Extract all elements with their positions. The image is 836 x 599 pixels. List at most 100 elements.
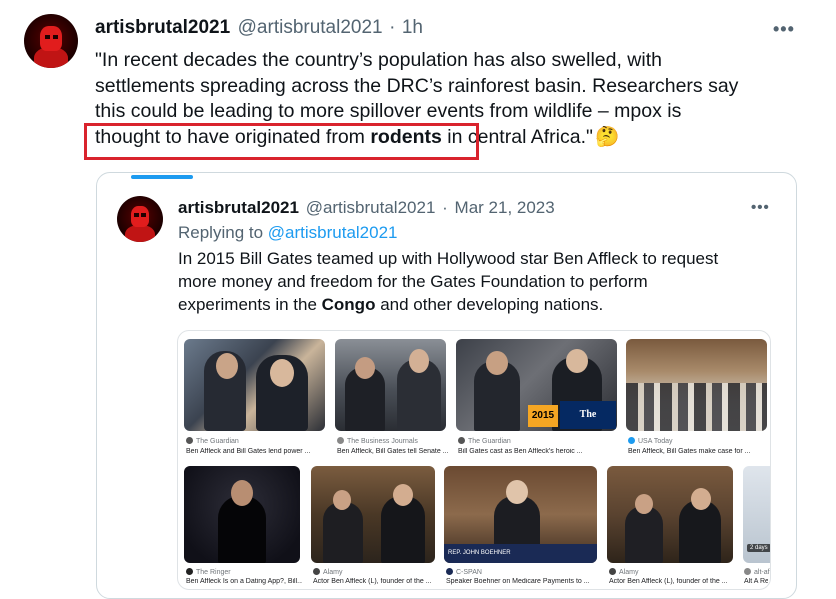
quoted-more-options-icon[interactable]: •••: [751, 199, 770, 216]
timestamp[interactable]: 1h: [402, 17, 423, 38]
result-caption-8[interactable]: Actor Ben Affleck (L), founder of the ..…: [609, 578, 733, 585]
source-favicon-icon: [628, 437, 635, 444]
source-favicon-icon: [337, 437, 344, 444]
tweet-header: artisbrutal2021 @artisbrutal2021 · 1h: [95, 17, 423, 39]
face-shape: [691, 488, 711, 510]
result-source-2-label: The Business Journals: [347, 438, 418, 445]
source-favicon-icon: [186, 437, 193, 444]
quoted-header: artisbrutal2021 @artisbrutal2021 · Mar 2…: [178, 198, 555, 218]
replying-to-handle-link[interactable]: @artisbrutal2021: [268, 223, 398, 242]
quoted-avatar[interactable]: [117, 196, 163, 242]
result-image-3[interactable]: 2015 The Guardian: [456, 339, 617, 431]
cspan-banner-text: REP. JOHN BOEHNER: [448, 550, 511, 556]
overlay-brand-text: The Guardian: [579, 409, 597, 420]
result-source-4-label: USA Today: [638, 438, 673, 445]
result-image-1[interactable]: [184, 339, 325, 431]
tweet-line-1: "In recent decades the country’s populat…: [95, 49, 662, 71]
source-favicon-icon: [313, 568, 320, 575]
user-handle[interactable]: @artisbrutal2021: [238, 17, 383, 38]
source-favicon-icon: [744, 568, 751, 575]
quoted-date[interactable]: Mar 21, 2023: [455, 198, 555, 217]
result-image-2[interactable]: [335, 339, 446, 431]
result-source-6-label: Alamy: [323, 569, 343, 576]
source-favicon-icon: [458, 437, 465, 444]
source-favicon-icon: [446, 568, 453, 575]
result-source-5-label: The Ringer: [196, 569, 231, 576]
result-source-7-label: C-SPAN: [456, 569, 482, 576]
avatar-head: [40, 25, 62, 51]
result-caption-2[interactable]: Ben Affleck, Bill Gates tell Senate ...: [337, 448, 448, 455]
result-source-3-label: The Guardian: [468, 438, 511, 445]
face-shape: [231, 480, 253, 506]
source-favicon-icon: [609, 568, 616, 575]
quoted-line-1: In 2015 Bill Gates teamed up with Hollyw…: [178, 249, 719, 268]
image-search-screenshot[interactable]: The Guardian Ben Affleck and Bill Gates …: [177, 330, 771, 590]
result-source-2: The Business Journals: [337, 437, 418, 445]
days-badge-text: 2 days: [750, 545, 768, 551]
avatar-eye-right: [52, 34, 58, 39]
result-image-8[interactable]: [607, 466, 733, 563]
quoted-avatar-eye-right: [141, 213, 146, 218]
result-source-6: Alamy: [313, 568, 342, 576]
result-caption-9[interactable]: Alt A Re: [744, 578, 768, 585]
quoted-avatar-figure: [125, 224, 155, 242]
result-image-6[interactable]: [311, 466, 435, 563]
result-source-9: alt-af: [744, 568, 770, 576]
overlay-year-text: 2015: [531, 410, 555, 421]
face-shape: [393, 484, 413, 506]
person-silhouette: [381, 496, 425, 563]
replying-to: Replying to @artisbrutal2021: [178, 223, 398, 243]
result-source-3: The Guardian: [458, 437, 511, 445]
result-source-8: Alamy: [609, 568, 638, 576]
result-source-4: USA Today: [628, 437, 673, 445]
quoted-body: In 2015 Bill Gates teamed up with Hollyw…: [178, 247, 718, 316]
quoted-separator-dot: ·: [442, 198, 448, 217]
keyword-congo: Congo: [321, 295, 376, 314]
face-shape: [635, 494, 653, 514]
result-source-5: The Ringer: [186, 568, 231, 576]
result-source-7: C-SPAN: [446, 568, 482, 576]
result-source-1-label: The Guardian: [196, 438, 239, 445]
result-image-5[interactable]: [184, 466, 300, 563]
result-caption-7[interactable]: Speaker Boehner on Medicare Payments to …: [446, 578, 599, 585]
annotation-highlight-box: [84, 123, 479, 160]
cspan-lower-third: REP. JOHN BOEHNER: [444, 544, 597, 563]
face-shape: [355, 357, 375, 379]
result-image-9[interactable]: 2 days: [743, 466, 770, 563]
tweet-line-3: this could be leading to more spillover …: [95, 100, 682, 122]
quoted-line-2: more money and freedom for the Gates Fou…: [178, 272, 648, 291]
tweet-line-2: settlements spreading across the DRC’s r…: [95, 74, 739, 97]
quoted-line-3-start: experiments in the: [178, 295, 322, 314]
result-caption-4[interactable]: Ben Affleck, Bill Gates make case for ..…: [628, 448, 768, 455]
face-shape: [270, 359, 294, 387]
face-shape: [506, 480, 528, 504]
person-silhouette: [323, 502, 363, 563]
separator-dot: ·: [389, 17, 396, 38]
face-shape: [486, 351, 508, 375]
face-shape: [333, 490, 351, 510]
avatar[interactable]: [24, 14, 78, 68]
result-caption-3[interactable]: Bill Gates cast as Ben Affleck's heroic …: [458, 448, 618, 455]
quoted-user-handle[interactable]: @artisbrutal2021: [306, 198, 436, 217]
thinking-face-emoji-icon: 🤔: [594, 125, 620, 148]
result-image-7[interactable]: REP. JOHN BOEHNER: [444, 466, 597, 563]
display-name[interactable]: artisbrutal2021: [95, 17, 230, 38]
overlay-year-badge: 2015: [528, 405, 558, 427]
result-source-9-label: alt-af: [754, 569, 770, 576]
replying-to-label: Replying to: [178, 223, 268, 242]
result-caption-1[interactable]: Ben Affleck and Bill Gates lend power ..…: [186, 448, 327, 455]
source-favicon-icon: [186, 568, 193, 575]
avatar-eye-left: [44, 34, 50, 39]
result-caption-6[interactable]: Actor Ben Affleck (L), founder of the ..…: [313, 578, 437, 585]
face-shape: [566, 349, 588, 373]
more-options-icon[interactable]: •••: [773, 19, 795, 40]
result-image-4[interactable]: [626, 339, 767, 431]
audience-row: [626, 383, 767, 431]
card-active-indicator: [131, 175, 193, 179]
face-shape: [216, 353, 238, 379]
person-silhouette: [625, 506, 663, 563]
quoted-display-name[interactable]: artisbrutal2021: [178, 198, 299, 217]
quoted-line-3: experiments in the Congo and other devel…: [178, 293, 718, 316]
result-caption-5[interactable]: Ben Affleck Is on a Dating App?, Bill...: [186, 578, 302, 585]
quoted-line-3-end: and other developing nations.: [375, 295, 604, 314]
